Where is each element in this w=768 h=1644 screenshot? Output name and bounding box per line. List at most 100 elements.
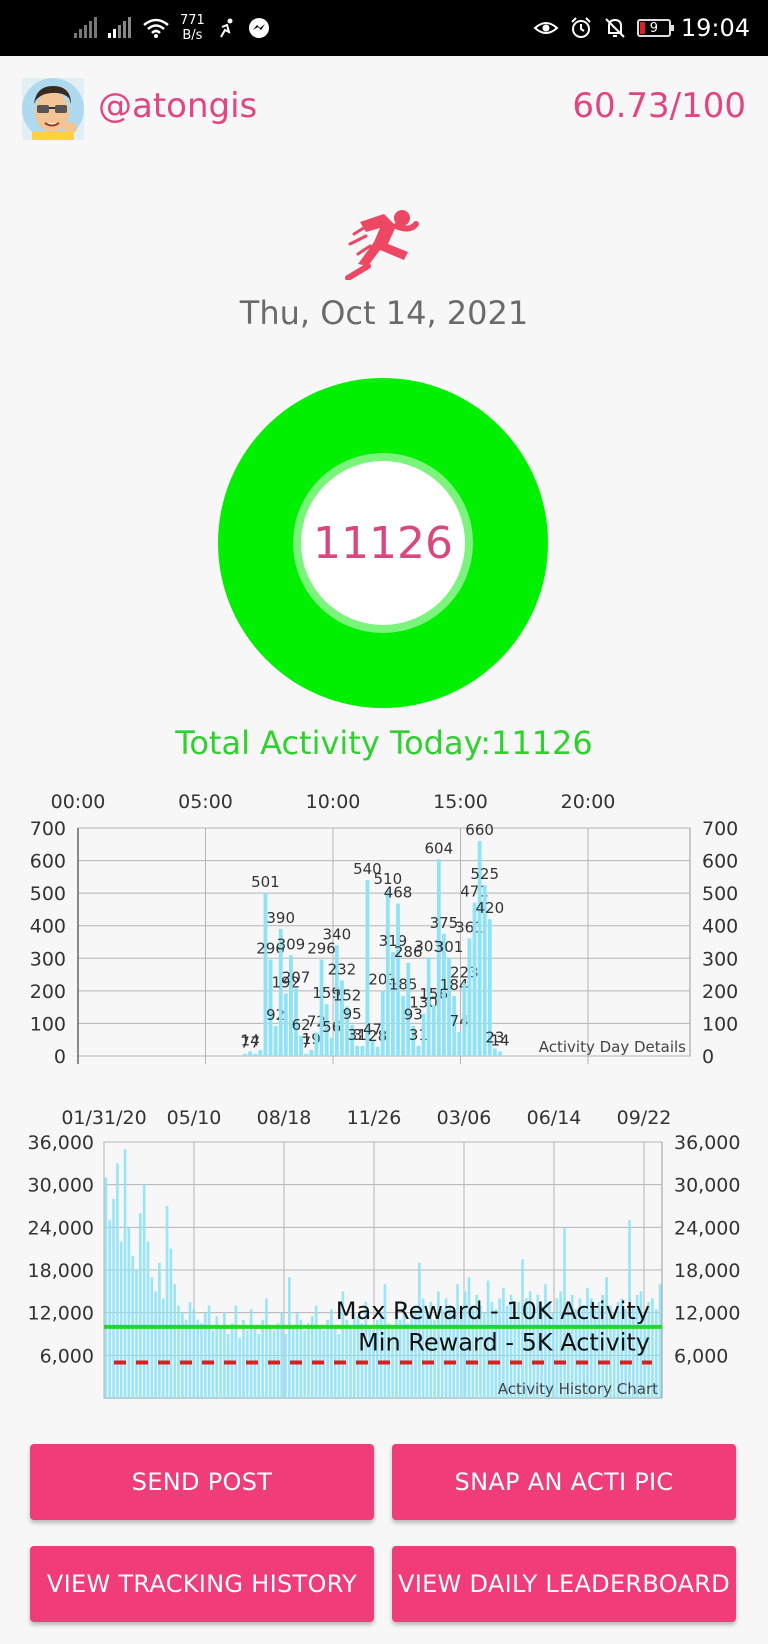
day-bar-label: 501 (251, 873, 280, 891)
day-bar (283, 993, 288, 1056)
history-bar (158, 1262, 161, 1398)
day-bar-label: 375 (430, 914, 459, 932)
history-y-tick-label-left: 6,000 (40, 1345, 94, 1367)
history-bar (112, 1198, 115, 1398)
day-bar (462, 983, 467, 1056)
day-bar-label: 232 (328, 960, 357, 978)
day-bar (273, 1026, 278, 1056)
history-bar (349, 1326, 352, 1398)
day-bar-label: 309 (277, 935, 306, 953)
notifications-muted-icon (605, 18, 625, 38)
history-bar (249, 1309, 253, 1398)
running-notification-icon (219, 18, 233, 38)
day-y-tick-label-right: 100 (702, 1013, 738, 1035)
day-bar (375, 1046, 380, 1056)
day-bar-label: 152 (333, 986, 362, 1004)
view-daily-leaderboard-button[interactable]: VIEW DAILY LEADERBOARD (392, 1546, 736, 1622)
history-bar (330, 1309, 333, 1398)
activity-date: Thu, Oct 14, 2021 (239, 294, 529, 332)
day-y-tick-label-left: 200 (30, 981, 66, 1003)
day-bar (421, 1013, 426, 1056)
day-bar (309, 1049, 314, 1056)
history-y-tick-label-right: 18,000 (674, 1260, 740, 1282)
wifi-icon (143, 18, 169, 38)
avatar[interactable] (22, 78, 84, 140)
status-bar-right: 9 19:04 (533, 0, 750, 56)
history-bar (219, 1326, 222, 1398)
day-bar (457, 1031, 462, 1056)
day-bar (253, 1053, 258, 1056)
day-bar (304, 1053, 309, 1056)
activity-day-chart: 0 0100 100200 200300 300400 400500 500600 60070… (30, 791, 739, 1068)
activity-history-chart: 6,000 6,000 12,000 12,000 18,000 18,000 24,000… (28, 1107, 740, 1399)
day-bar-label: 7 (250, 1034, 260, 1052)
history-bar (135, 1270, 138, 1398)
day-y-tick-label-right: 700 (702, 818, 738, 840)
activity-ring-value: 11126 (313, 517, 453, 569)
history-y-tick-label-right: 36,000 (674, 1132, 740, 1154)
history-bar (307, 1323, 310, 1398)
history-chart-caption: Activity History Chart (498, 1380, 658, 1398)
total-activity-today: Total Activity Today:11126 (175, 724, 593, 762)
status-time: 19:04 (680, 14, 750, 42)
history-x-tick-label: 01/31/20 (61, 1107, 146, 1129)
day-bar (467, 938, 472, 1056)
messenger-icon (248, 18, 269, 38)
day-x-tick-label: 00:00 (51, 791, 106, 813)
day-chart-caption: Activity Day Details (539, 1038, 686, 1056)
history-y-tick-label-left: 24,000 (28, 1217, 94, 1239)
day-bar (436, 859, 441, 1056)
day-bar (431, 1005, 436, 1056)
history-bar (127, 1227, 131, 1398)
day-bar-label: 14 (490, 1031, 509, 1049)
history-bar (192, 1309, 196, 1398)
cell-signal-1-icon (74, 17, 97, 38)
history-y-tick-label-left: 30,000 (28, 1175, 94, 1197)
history-bar (299, 1319, 303, 1398)
day-bar-label: 468 (384, 884, 413, 902)
history-bar (314, 1305, 318, 1398)
history-bar (104, 1177, 108, 1398)
history-bar (288, 1277, 291, 1398)
view-tracking-history-button[interactable]: VIEW TRACKING HISTORY (30, 1546, 374, 1622)
network-speed: 771 B/s (180, 13, 205, 43)
history-x-tick-label: 08/18 (257, 1107, 312, 1129)
cell-signal-2-icon (108, 17, 131, 38)
status-bar: 771 B/s 9 19:04 (0, 0, 768, 56)
history-bar (226, 1334, 230, 1398)
day-y-tick-label-right: 500 (702, 883, 738, 905)
day-y-tick-label-right: 200 (702, 981, 738, 1003)
day-y-tick-label-left: 100 (30, 1013, 66, 1035)
snap-acti-pic-button[interactable]: SNAP AN ACTI PIC (392, 1444, 736, 1520)
day-y-tick-label-left: 300 (30, 948, 66, 970)
day-bar-label: 660 (465, 821, 494, 839)
history-bar (265, 1298, 268, 1398)
history-bar (284, 1334, 287, 1398)
day-y-tick-label-left: 600 (30, 851, 66, 873)
history-bar (108, 1220, 112, 1398)
history-y-tick-label-right: 24,000 (674, 1217, 740, 1239)
status-bar-left: 771 B/s (74, 0, 271, 56)
history-bar (345, 1319, 349, 1398)
eye-comfort-icon (533, 22, 559, 34)
history-bar (154, 1291, 157, 1398)
day-y-tick-label-right: 600 (702, 851, 738, 873)
username[interactable]: @atongis (98, 86, 257, 126)
history-x-tick-label: 06/14 (527, 1107, 582, 1129)
day-bar (498, 1051, 502, 1056)
day-bar (243, 1053, 247, 1056)
history-bar (119, 1241, 123, 1398)
day-bar-label: 207 (282, 969, 311, 987)
max-reward-label: Max Reward - 10K Activity (336, 1297, 650, 1325)
history-bar (196, 1319, 199, 1398)
history-bar (188, 1302, 192, 1398)
send-post-button[interactable]: SEND POST (30, 1444, 374, 1520)
day-bar-label: 95 (343, 1005, 362, 1023)
network-speed-unit: B/s (182, 28, 203, 43)
history-x-tick-label: 05/10 (167, 1107, 222, 1129)
day-x-tick-label: 10:00 (306, 791, 361, 813)
alarm-icon (571, 17, 591, 38)
day-bar (314, 1032, 319, 1056)
history-bar (207, 1305, 211, 1398)
day-bar-label: 604 (425, 839, 454, 857)
